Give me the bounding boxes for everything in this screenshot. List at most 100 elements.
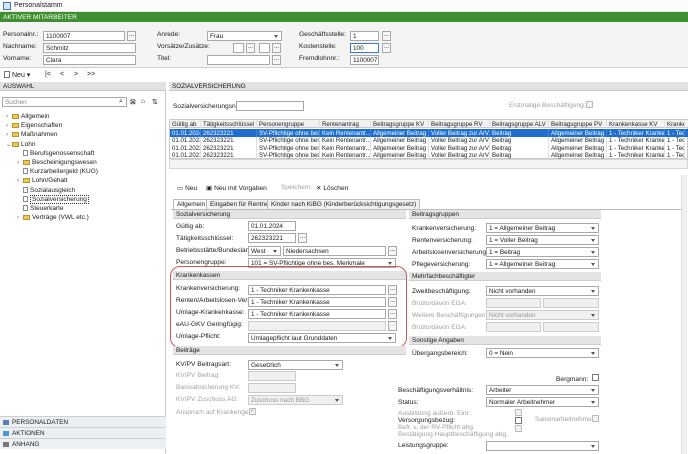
geschaeftsstelle-field[interactable]: 1 [350,31,379,41]
sort-icon[interactable]: ⇅ [152,98,158,106]
leistungsgruppe-select[interactable] [486,441,599,451]
taetigkeit-lookup-button[interactable]: ... [298,233,307,243]
geschaeftsstelle-lookup-button[interactable]: ... [382,31,391,41]
tree-item[interactable]: Steuerkarte [17,205,64,212]
nav-next-button[interactable]: > [74,71,78,78]
titel-lookup-button[interactable]: ... [272,55,281,65]
tree-item[interactable]: › Bescheinigungswesen [17,159,97,166]
bottom-nav-anhang[interactable]: ANHANG [0,438,166,449]
folder-icon [23,178,30,184]
detail-vertical-scrollbar[interactable] [681,175,687,454]
bottom-nav-personaldaten[interactable]: PERSONALDATEN [0,416,166,427]
paperclip-icon [3,442,9,447]
tree-item[interactable]: Berufsgenossenschaft [17,149,94,157]
detail-new-defaults-button[interactable]: ▣ Neu mit Vorgaben [206,184,267,192]
taetigkeit-field[interactable]: 262323221 [248,233,296,243]
collapse-all-icon[interactable]: ⊠ [130,98,136,106]
vorname-field[interactable]: Clara [43,55,136,65]
zusatz-lookup-button[interactable]: ... [272,43,281,53]
nav-first-button[interactable]: |< [45,71,51,78]
tree-item[interactable]: › Eigenschaften [6,122,62,129]
detail-save-button[interactable]: Speichern [281,184,311,191]
mehrfach-title: Mehrfachbeschäftigter [409,272,601,281]
saison-checkbox[interactable] [592,415,599,422]
brutto2-field[interactable] [486,322,541,332]
fremdlohnnr-field[interactable]: 1100007 [350,55,379,65]
zusatz-field[interactable] [259,43,270,53]
kvpv-beitrag-field[interactable] [248,371,296,381]
zweit-select[interactable]: Nicht vorhanden [486,286,599,296]
taetigkeit-label: Tätigkeitsschlüssel: [176,235,234,242]
brutto-field[interactable] [486,298,541,308]
grid-column-header[interactable]: Kranke [665,120,685,128]
brutto-ega-field[interactable] [543,298,599,308]
home-icon[interactable]: ⌂ [141,98,145,105]
nav-prev-button[interactable]: < [60,71,64,78]
personalnr-field[interactable]: 1100007 [43,31,125,41]
ausbildung-label: Ausbildung außerb. Einr.: [398,410,473,417]
befreiung-checkbox[interactable] [515,425,522,432]
grid-column-header[interactable]: Beitragsgruppe PV [549,120,607,128]
tab-kinder[interactable]: Kinder nach KiBG (Kinderberücksichtigung… [267,199,421,209]
status-select[interactable]: Normaler Arbeitnehmer [486,397,599,407]
tree-item[interactable]: › Allgemein [6,113,50,120]
bv-select[interactable]: Arbeiter [486,385,599,395]
bg-rv-select[interactable]: 1 = Voller Beitrag [486,235,599,245]
detail-delete-button[interactable]: ✕ Löschen [316,184,348,192]
tree-search-input[interactable]: Suchen [2,97,127,107]
grid-column-header[interactable]: Beitragsgruppe KV [371,120,429,128]
bundesland-lookup-button[interactable]: ... [388,246,397,256]
basis-field[interactable] [248,383,296,393]
new-record-button[interactable]: Neu ▾ [4,71,30,79]
tree-item[interactable]: Sozialausgleich [17,186,75,194]
nav-last-button[interactable]: >> [87,71,95,78]
bg-kv-select[interactable]: 1 = Allgemeiner Beitrag [486,223,599,233]
tree-item[interactable]: › Verträge (VWL etc.) [17,214,89,221]
tab-allgemein[interactable]: Allgemein [173,199,210,209]
weitere-select[interactable]: Nicht vorhanden [486,310,599,320]
bergmann-checkbox[interactable] [592,374,599,381]
nachname-field[interactable]: Schmitz [43,43,136,53]
folder-icon [12,132,19,138]
zuschuss-select[interactable]: Zuschuss nach BBG [248,395,343,405]
detail-new-button[interactable]: ▭ Neu [177,184,197,192]
tree-item[interactable]: › Maßnahmen [6,131,58,138]
titel-field[interactable] [207,55,270,65]
betriebsstaette-select[interactable]: West [248,246,281,256]
anrede-select[interactable]: Frau [207,31,282,41]
beitragsart-select[interactable]: Gesetzlich [248,360,343,370]
bottom-nav-aktionen[interactable]: AKTIONEN [0,427,166,438]
ausbildung-checkbox[interactable] [515,409,522,416]
tree-item[interactable]: Sozialversicherung [17,194,89,204]
vorsatz-lookup-button[interactable]: ... [246,43,255,53]
svnr-field[interactable] [236,101,304,111]
krankengeld-checkbox[interactable] [249,407,256,415]
tab-rentner[interactable]: Eingaben für Rentner [206,199,275,209]
grid-column-header[interactable]: Beitragsgruppe ALV [490,120,549,128]
kostenstelle-lookup-button[interactable]: ... [382,43,391,53]
bg-av-select[interactable]: 1 = Beitrag [486,247,599,257]
tree-item[interactable]: ⌄ Lohn [6,141,35,148]
vorsatz-field[interactable] [233,43,244,53]
grid-column-header[interactable]: Beitragsgruppe RV [429,120,490,128]
grid-column-header[interactable]: Rentenantrag [320,120,371,128]
personengruppe-label: Personengruppe: [176,259,227,266]
tree-item[interactable]: › Lohn/Gehalt [17,177,67,184]
brutto2-ega-field[interactable] [543,322,599,332]
personalnr-lookup-button[interactable]: ... [127,31,136,41]
tree-item[interactable]: Kurzarbeitergeld (KUG) [17,168,98,175]
grid-column-header[interactable]: Personengruppe [257,120,320,128]
employee-header: Personalnr.: 1100007 ... Nachname: Schmi… [0,22,688,68]
grid-horizontal-scrollbar[interactable] [169,159,688,169]
versorgung-checkbox[interactable] [515,417,522,424]
grid-column-header[interactable]: Tätigkeitsschlüssel [201,120,257,128]
gueltig-field[interactable]: 01.01.2024 [248,221,296,231]
kostenstelle-field[interactable]: 100 [350,43,379,53]
bg-pv-select[interactable]: 1 = Allgemeiner Beitrag [486,259,599,269]
grid-column-header[interactable]: Gültig ab [170,120,201,128]
search-icon[interactable]: ⌕ [119,98,123,106]
uebergang-select[interactable]: 0 = Nein [486,348,599,358]
grid-column-header[interactable]: Krankenkasse KV [607,120,665,128]
bundesland-field[interactable]: Niedersachsen [283,246,386,256]
erstmalig-checkbox[interactable] [586,101,593,108]
